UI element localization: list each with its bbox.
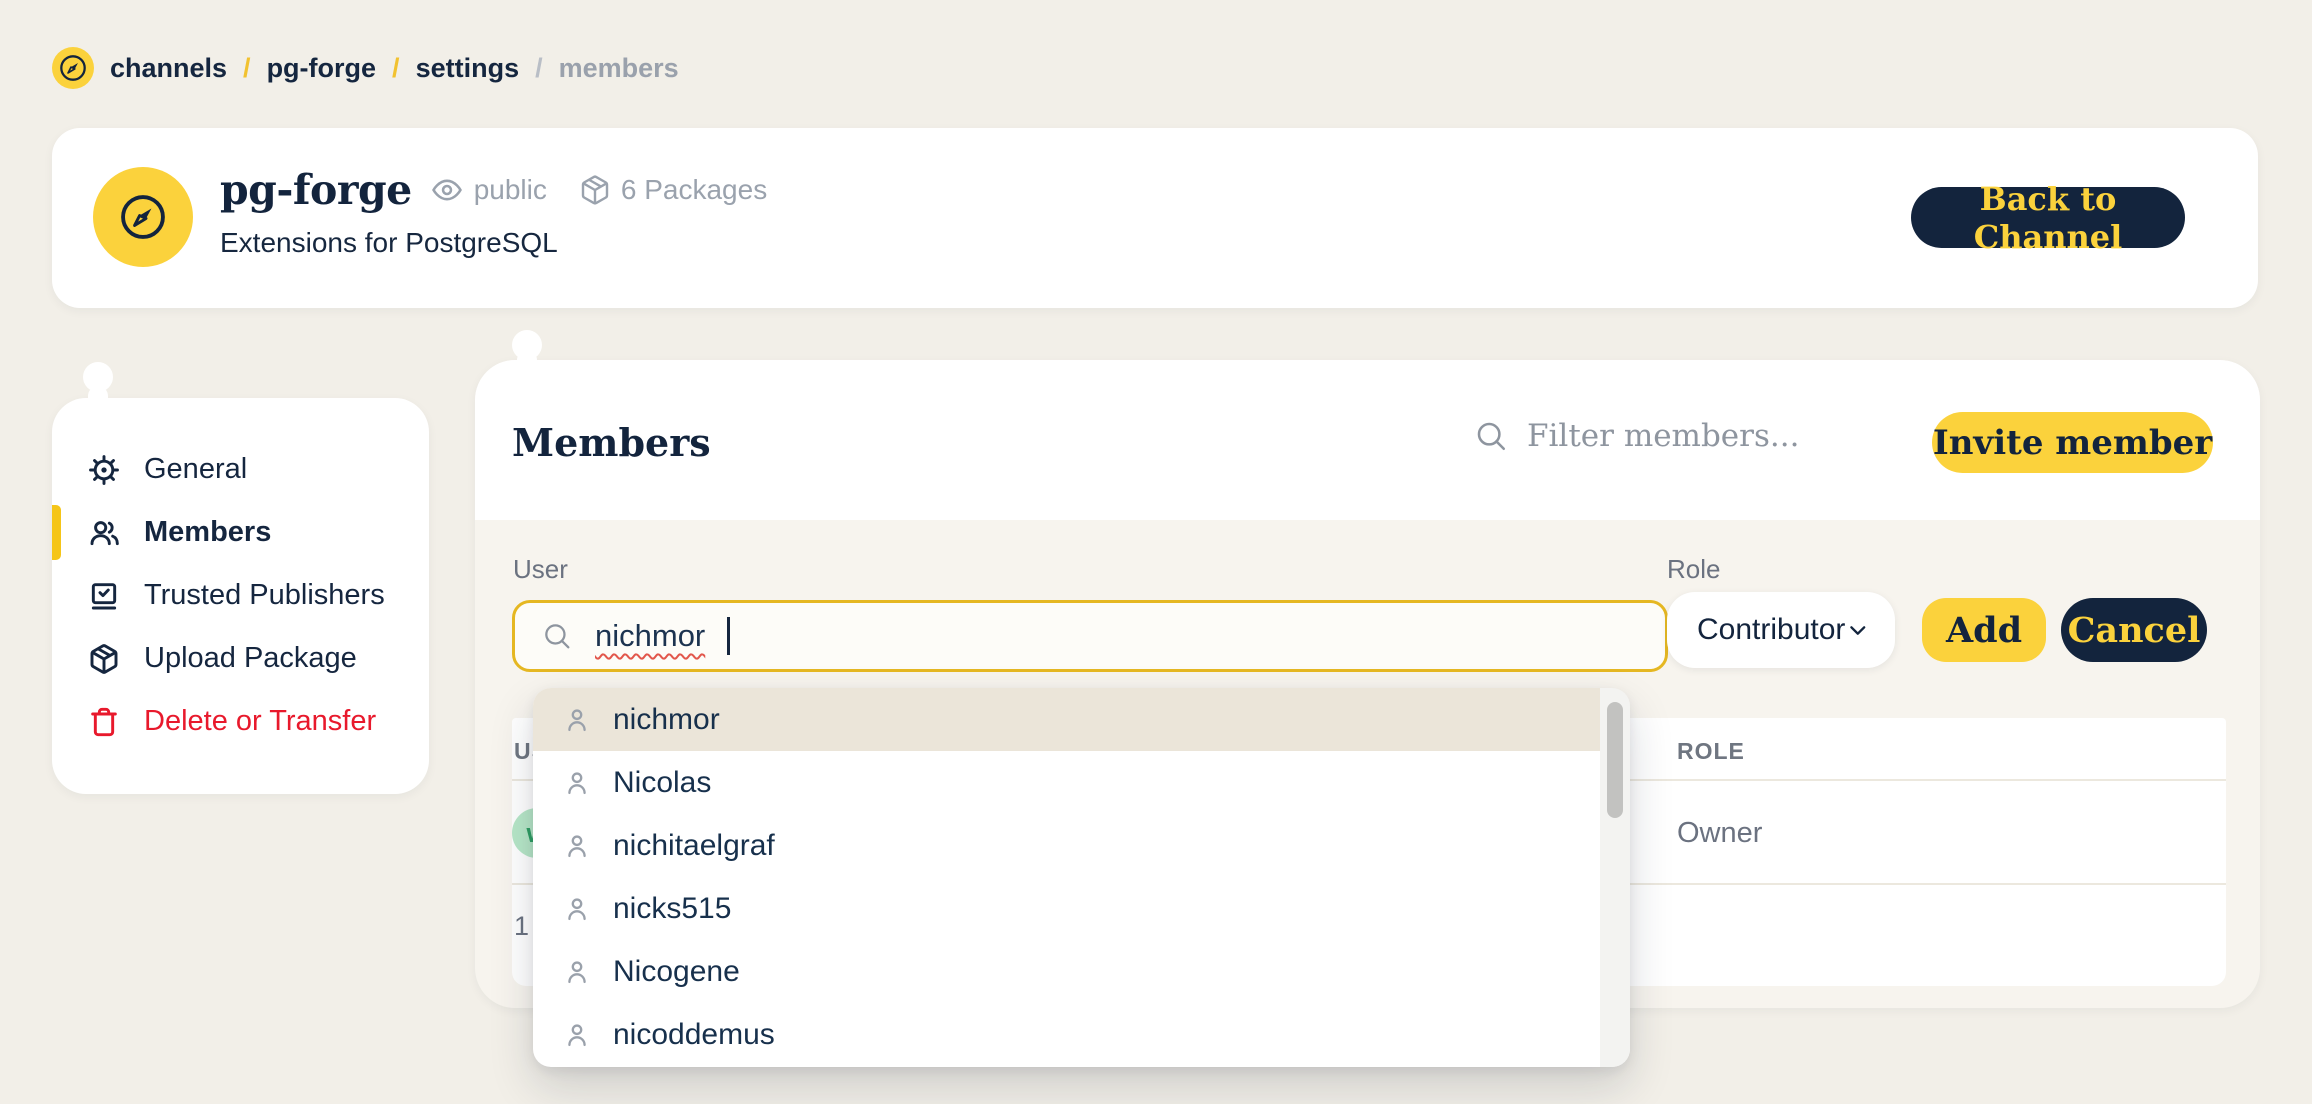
- scrollbar-thumb[interactable]: [1607, 702, 1623, 818]
- autocomplete-option-label: nicks515: [613, 892, 731, 926]
- user-field-label: User: [513, 554, 568, 585]
- chevron-down-icon: [1845, 615, 1871, 645]
- channel-header-card: pg-forge public 6 Packages Extensio: [52, 128, 2258, 308]
- active-indicator: [52, 505, 61, 560]
- page: channels / pg-forge / settings / members…: [0, 0, 2312, 1104]
- sidebar-item-label: Delete or Transfer: [144, 705, 376, 738]
- sidebar-item-upload-package[interactable]: Upload Package: [52, 627, 429, 690]
- compass-icon: [114, 188, 172, 246]
- gear-icon: [88, 454, 120, 486]
- autocomplete-option[interactable]: nichmor: [533, 688, 1630, 751]
- autocomplete-option[interactable]: Nicogene: [533, 940, 1630, 1003]
- breadcrumb-channels[interactable]: channels: [110, 53, 227, 84]
- breadcrumb-separator: /: [392, 53, 400, 84]
- settings-sidebar: General Members: [52, 398, 429, 794]
- packages-badge: 6 Packages: [579, 174, 767, 206]
- breadcrumb-separator: /: [535, 53, 543, 84]
- check-square-icon: [88, 580, 120, 612]
- autocomplete-option[interactable]: Nicolas: [533, 751, 1630, 814]
- add-button[interactable]: Add: [1922, 598, 2046, 662]
- visibility-badge: public: [430, 173, 547, 207]
- filter-members-input[interactable]: [1527, 418, 1857, 454]
- channel-description: Extensions for PostgreSQL: [220, 227, 767, 259]
- back-to-channel-button[interactable]: Back to Channel: [1911, 187, 2185, 248]
- breadcrumb-members: members: [559, 53, 679, 84]
- trash-icon: [88, 706, 120, 738]
- person-icon: [563, 895, 591, 923]
- person-icon: [563, 1021, 591, 1049]
- user-autocomplete-dropdown: nichmor Nicolas nichitaelgraf: [533, 688, 1630, 1067]
- sidebar-item-delete-or-transfer[interactable]: Delete or Transfer: [52, 690, 429, 753]
- cancel-button[interactable]: Cancel: [2061, 598, 2207, 662]
- sidebar-item-label: Upload Package: [144, 642, 357, 675]
- channel-title: pg-forge: [220, 166, 412, 214]
- autocomplete-option[interactable]: nichitaelgraf: [533, 814, 1630, 877]
- text-caret: [727, 617, 730, 655]
- breadcrumb-separator: /: [243, 53, 251, 84]
- autocomplete-option-label: nicoddemus: [613, 1018, 775, 1052]
- sidebar-item-trusted-publishers[interactable]: Trusted Publishers: [52, 564, 429, 627]
- sidebar-item-label: Members: [144, 516, 271, 549]
- breadcrumb-channel-name[interactable]: pg-forge: [267, 53, 376, 84]
- breadcrumb: channels / pg-forge / settings / members: [52, 46, 679, 90]
- autocomplete-option-label: nichitaelgraf: [613, 829, 775, 863]
- packages-label: 6 Packages: [621, 174, 767, 206]
- filter-members-field[interactable]: [1473, 418, 1857, 454]
- sidebar-item-members[interactable]: Members: [52, 501, 429, 564]
- channel-avatar: [93, 167, 193, 267]
- sidebar-item-label: General: [144, 453, 247, 486]
- autocomplete-option[interactable]: nicoddemus: [533, 1003, 1630, 1066]
- invite-member-button[interactable]: Invite member: [1932, 412, 2213, 473]
- sidebar-nav: General Members: [52, 438, 429, 753]
- brand-logo-icon[interactable]: [52, 47, 94, 89]
- panel-title: Members: [512, 420, 711, 465]
- autocomplete-option-label: Nicolas: [613, 766, 711, 800]
- role-field-label: Role: [1667, 554, 1720, 585]
- member-role-cell: Owner: [1677, 817, 1762, 850]
- eye-icon: [430, 173, 464, 207]
- sidebar-item-label: Trusted Publishers: [144, 579, 385, 612]
- autocomplete-option-label: Nicogene: [613, 955, 740, 989]
- search-icon: [541, 620, 573, 652]
- breadcrumb-settings[interactable]: settings: [416, 53, 520, 84]
- role-select-value: Contributor: [1697, 613, 1845, 647]
- package-icon: [579, 174, 611, 206]
- search-icon: [1473, 418, 1509, 454]
- person-icon: [563, 832, 591, 860]
- autocomplete-option-label: nichmor: [613, 703, 720, 737]
- panel-header: Members Invite member: [475, 360, 2260, 520]
- person-icon: [563, 706, 591, 734]
- users-icon: [88, 517, 120, 549]
- person-icon: [563, 958, 591, 986]
- scrollbar-track[interactable]: [1600, 688, 1630, 1067]
- person-icon: [563, 769, 591, 797]
- role-select[interactable]: Contributor: [1667, 592, 1895, 668]
- sidebar-notch-stem: [88, 386, 108, 402]
- user-search-input[interactable]: nichmor: [512, 600, 1668, 672]
- column-header-role: ROLE: [1677, 738, 1745, 765]
- user-search-value: nichmor: [595, 618, 705, 654]
- package-icon: [88, 643, 120, 675]
- visibility-label: public: [474, 174, 547, 206]
- sidebar-item-general[interactable]: General: [52, 438, 429, 501]
- autocomplete-option[interactable]: nicks515: [533, 877, 1630, 940]
- channel-info: pg-forge public 6 Packages Extensio: [220, 159, 767, 259]
